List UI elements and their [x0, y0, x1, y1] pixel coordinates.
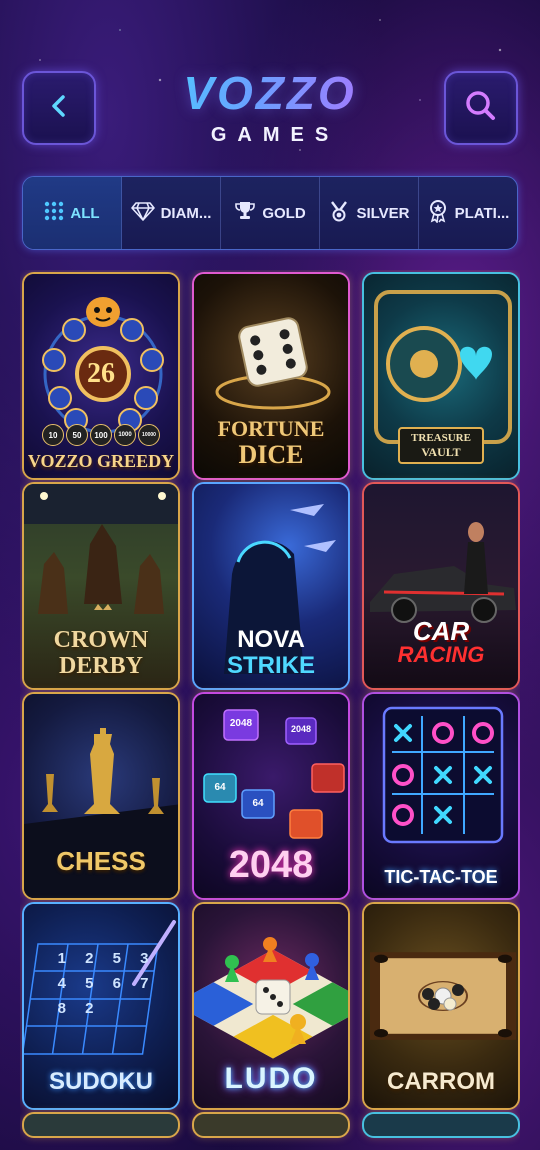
- game-title-line2: VAULT: [421, 445, 461, 459]
- logo-subtitle: GAMES: [210, 124, 340, 146]
- game-title: LUDO: [224, 1062, 318, 1095]
- game-title: TIC-TAC-TOE: [384, 867, 498, 887]
- grid-icon: [44, 201, 64, 225]
- game-title: FORTUNE DICE: [194, 418, 348, 468]
- sudoku-digit: 5: [85, 975, 94, 992]
- tab-gold[interactable]: GOLD: [221, 177, 320, 249]
- sudoku-digits: 1 2 5 3 4 5 6 7 8 2: [48, 950, 158, 1017]
- sudoku-digit: 2: [85, 950, 94, 967]
- game-card-fortune-dice[interactable]: FORTUNE DICE: [192, 272, 350, 480]
- game-card-crown-derby[interactable]: CROWN DERBY: [22, 482, 180, 690]
- game-title: TREASURE VAULT: [398, 427, 484, 464]
- chevron-left-icon: [44, 91, 74, 126]
- tab-label: PLATI...: [454, 204, 510, 222]
- medal-icon: [328, 200, 350, 226]
- game-title-line2: STRIKE: [226, 652, 315, 679]
- game-card-partial[interactable]: [362, 1112, 520, 1138]
- game-card-carrom[interactable]: CARROM: [362, 902, 520, 1110]
- game-title-line1: FORTUNE: [217, 416, 325, 441]
- game-card-partial[interactable]: [192, 1112, 350, 1138]
- tab-all[interactable]: ALL: [23, 177, 122, 249]
- category-filter-bar: ALL DIAM... GOLD SILVER PLATI...: [22, 176, 518, 250]
- tab-label: GOLD: [262, 204, 306, 222]
- game-card-sudoku[interactable]: 1 2 5 3 4 5 6 7 8 2 SUDOKU: [22, 902, 180, 1110]
- tile-value: 64: [214, 782, 226, 793]
- game-card-tic-tac-toe[interactable]: TIC-TAC-TOE: [362, 692, 520, 900]
- chip-value: 50: [66, 424, 88, 446]
- sudoku-digit: 5: [112, 950, 121, 967]
- sudoku-digit: 3: [140, 950, 149, 967]
- sudoku-digit: 7: [140, 975, 149, 992]
- game-title: CHESS: [56, 846, 146, 876]
- back-button[interactable]: [22, 71, 96, 145]
- vozzo-greedy-chips: 10 50 100 1000 10000: [42, 424, 160, 446]
- tile-value: 64: [252, 798, 264, 809]
- chip-value: 1000: [114, 424, 136, 446]
- vozzo-greedy-badge: 26: [87, 358, 115, 389]
- game-card-nova-strike[interactable]: NOVA STRIKE: [192, 482, 350, 690]
- game-title: NOVA STRIKE: [194, 628, 348, 678]
- chip-value: 10: [42, 424, 64, 446]
- game-title-line1: NOVA: [237, 626, 305, 653]
- diamond-icon: [130, 201, 155, 225]
- chip-value: 100: [90, 424, 112, 446]
- chip-value: 10000: [138, 424, 160, 446]
- tile-value: 2048: [290, 724, 312, 734]
- logo-title: VOZZO: [130, 66, 410, 120]
- search-icon: [463, 88, 499, 129]
- game-card-chess[interactable]: CHESS: [22, 692, 180, 900]
- game-title: CARROM: [387, 1068, 495, 1095]
- tab-label: DIAM...: [160, 204, 212, 222]
- game-card-partial[interactable]: [22, 1112, 180, 1138]
- game-card-2048[interactable]: 2048 2048 64 64 2048: [192, 692, 350, 900]
- game-title: VOZZO GREEDY: [27, 451, 175, 471]
- game-card-vozzo-greedy[interactable]: 26 10 50 100 1000 10000 VOZZO GREEDY: [22, 272, 180, 480]
- game-title-line1: CAR: [412, 616, 470, 646]
- award-icon: [427, 199, 449, 227]
- game-grid: 26 10 50 100 1000 10000 VOZZO GREEDY FOR…: [20, 270, 520, 1150]
- game-card-car-racing[interactable]: CAR RACING: [362, 482, 520, 690]
- game-title: SUDOKU: [48, 1068, 153, 1095]
- game-card-ludo[interactable]: LUDO: [192, 902, 350, 1110]
- sudoku-digit: 2: [85, 1000, 94, 1017]
- tab-silver[interactable]: SILVER: [320, 177, 419, 249]
- sudoku-digit: 8: [57, 1000, 66, 1017]
- tile-value: 2048: [229, 718, 253, 729]
- header: VOZZO GAMES: [0, 0, 540, 170]
- app-logo: VOZZO GAMES: [130, 66, 410, 147]
- game-title-line2: RACING: [397, 642, 485, 667]
- game-title-line2: DERBY: [58, 653, 143, 679]
- trophy-icon: [234, 200, 256, 226]
- tab-label: ALL: [70, 204, 100, 222]
- sudoku-digit: 1: [57, 950, 66, 967]
- sudoku-digit: 6: [112, 975, 121, 992]
- game-title: CROWN DERBY: [24, 628, 178, 678]
- game-title: CAR RACING: [364, 618, 518, 666]
- tab-platinum[interactable]: PLATI...: [419, 177, 517, 249]
- game-title-line2: DICE: [238, 440, 304, 469]
- game-title-line1: CROWN: [53, 627, 149, 653]
- tab-label: SILVER: [356, 204, 410, 222]
- game-card-treasure-vault[interactable]: TREASURE VAULT: [362, 272, 520, 480]
- game-title-line1: TREASURE: [411, 432, 471, 444]
- search-button[interactable]: [444, 71, 518, 145]
- tab-diamond[interactable]: DIAM...: [122, 177, 221, 249]
- game-title: 2048: [228, 844, 314, 886]
- sudoku-digit: 4: [57, 975, 66, 992]
